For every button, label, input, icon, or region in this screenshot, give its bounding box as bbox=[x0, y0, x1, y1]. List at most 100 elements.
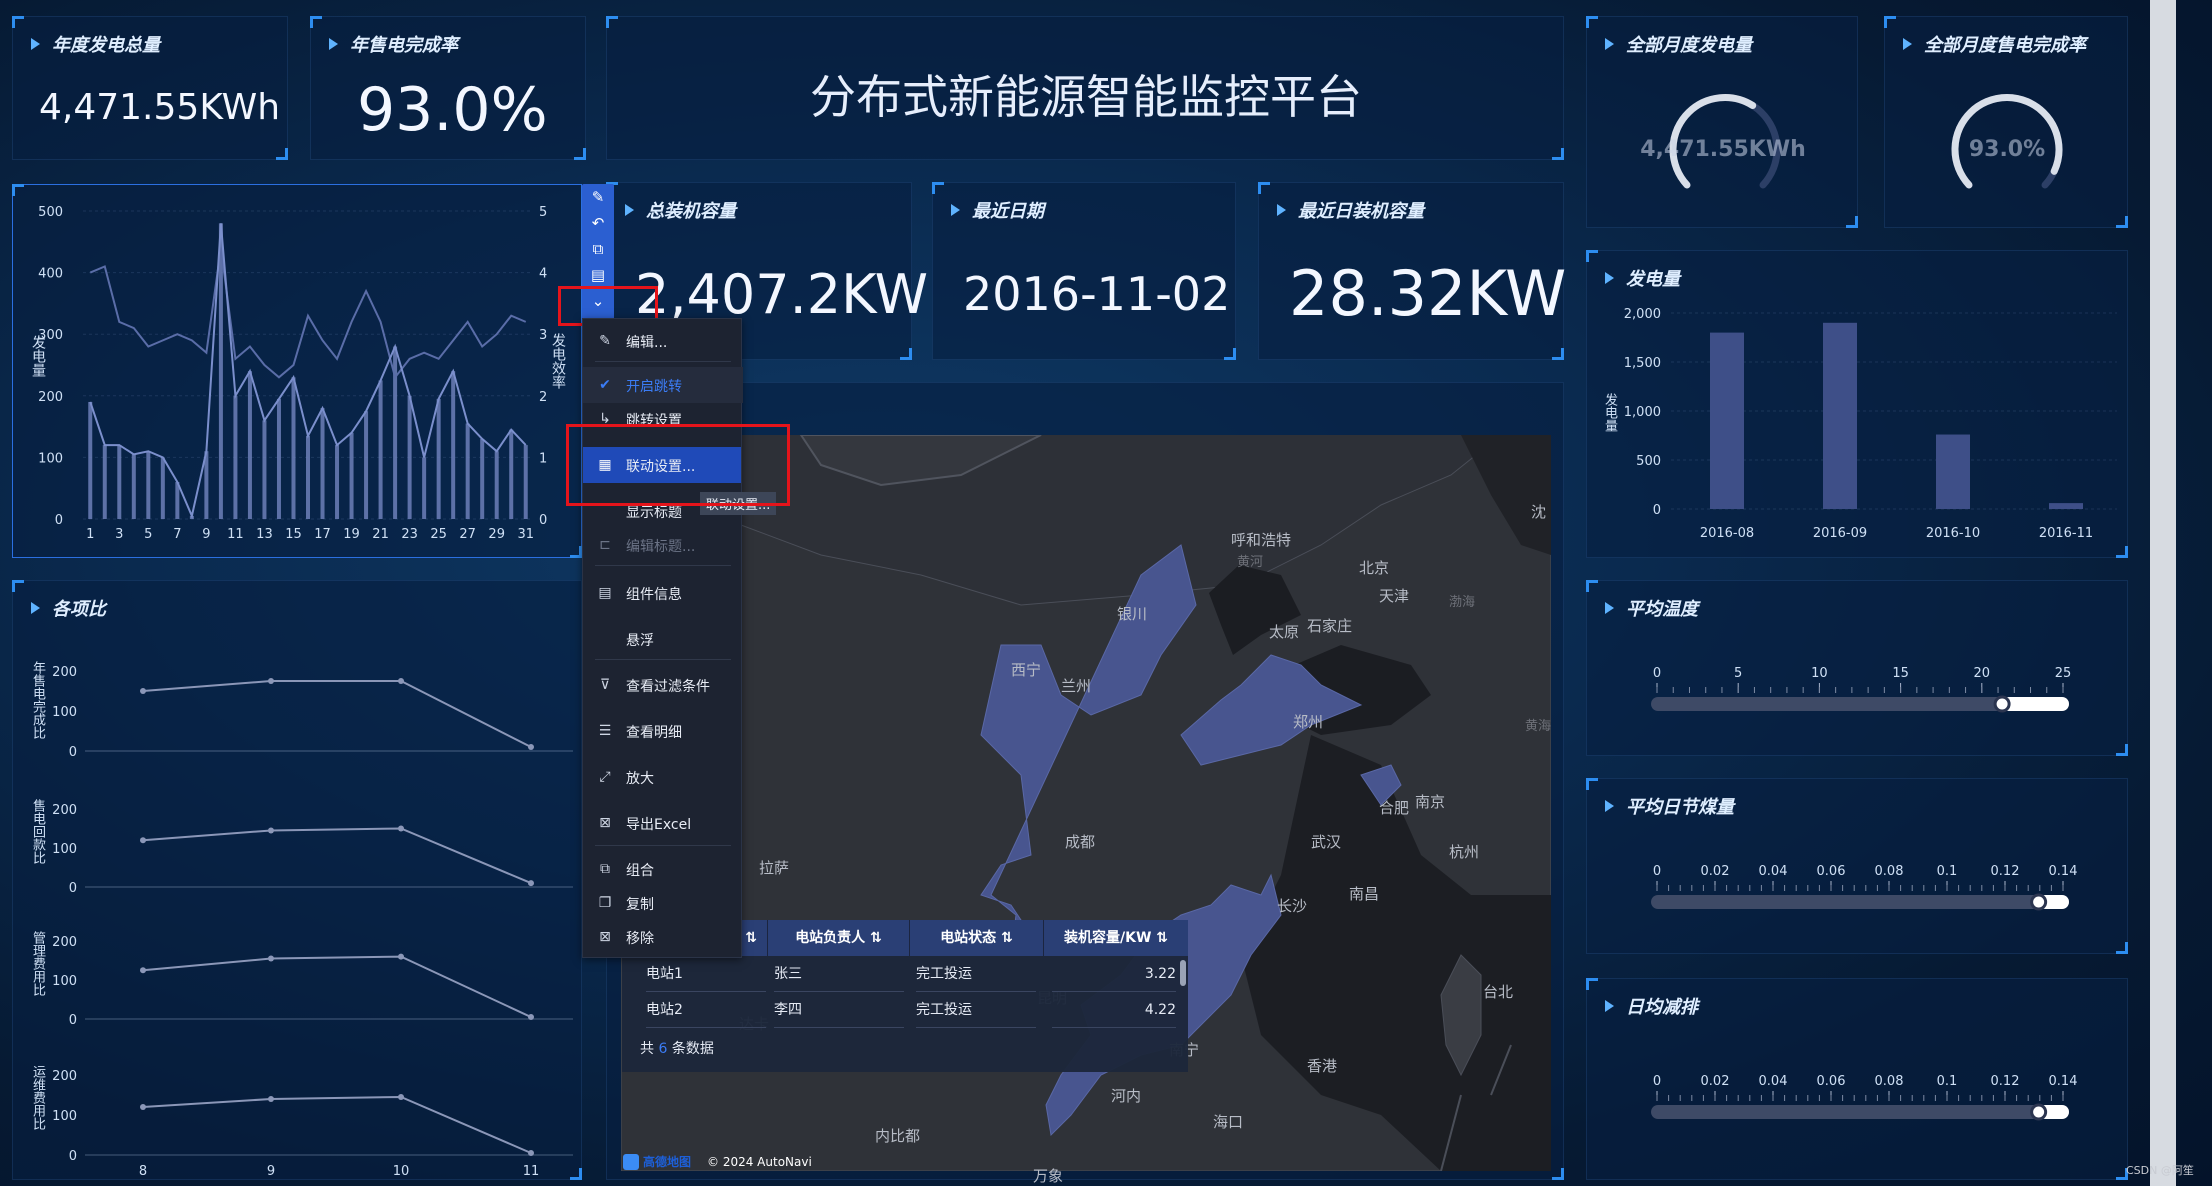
map-label: 杭州 bbox=[1449, 843, 1480, 861]
kpi-annual-generation: 年度发电总量 4,471.55KWh bbox=[12, 16, 288, 160]
map-logo: 高德地图 bbox=[623, 1153, 691, 1170]
edit-icon: ✎ bbox=[599, 333, 611, 349]
bar bbox=[407, 395, 412, 519]
sort-icon[interactable]: ⇅ bbox=[1001, 930, 1013, 946]
scale-tick: 0.1 bbox=[1937, 864, 1958, 879]
menu-item-edit[interactable]: ✎ 编辑... bbox=[583, 323, 743, 359]
bar bbox=[320, 408, 325, 519]
bar bbox=[117, 445, 122, 519]
bar bbox=[494, 451, 499, 519]
x-tick: 13 bbox=[256, 527, 273, 542]
map-label: 西宁 bbox=[1011, 661, 1042, 679]
map-label: 南昌 bbox=[1349, 885, 1380, 903]
x-tick: 21 bbox=[372, 527, 389, 542]
bar bbox=[2049, 503, 2083, 509]
ratio-y-tick: 200 bbox=[52, 803, 77, 818]
ratio-y-tick: 0 bbox=[69, 745, 77, 760]
table-row[interactable]: 电站2 李四 完工投运 4.22 bbox=[622, 992, 1188, 1028]
panel-title: 最近日期 bbox=[951, 197, 1044, 223]
ratio-y-tick: 0 bbox=[69, 1149, 77, 1164]
avg-coal-panel: 平均日节煤量 0 0.02 0.04 0.06 0.08 0.1 0.12 0.14 bbox=[1586, 778, 2128, 954]
bar bbox=[247, 371, 252, 519]
y-tick-left: 500 bbox=[38, 205, 63, 220]
kpi-value: 93.0% bbox=[357, 75, 548, 145]
bar bbox=[436, 398, 441, 519]
table-row[interactable]: 电站1 张三 完工投运 3.22 bbox=[622, 956, 1188, 992]
check-icon: ✔ bbox=[599, 377, 611, 393]
zoom-icon: ⤢ bbox=[599, 769, 611, 785]
y-tick-right: 1 bbox=[539, 451, 547, 466]
bar bbox=[480, 438, 485, 519]
filter-icon: ⊽ bbox=[599, 677, 611, 693]
x-tick: 7 bbox=[173, 527, 181, 542]
x-tick: 5 bbox=[144, 527, 152, 542]
ratio-line bbox=[142, 680, 532, 748]
scale-tick: 0.06 bbox=[1817, 864, 1846, 879]
x-tick: 27 bbox=[459, 527, 476, 542]
avg-temp-panel: 平均温度 0 5 10 15 20 25 bbox=[1586, 580, 2128, 756]
ratio-ylabel: 年售电完成比 bbox=[30, 661, 45, 739]
map-label: 海口 bbox=[1213, 1113, 1244, 1131]
bar bbox=[276, 398, 281, 519]
x-tick: 17 bbox=[314, 527, 331, 542]
bar bbox=[146, 451, 151, 519]
scale-tick: 0.08 bbox=[1875, 1074, 1904, 1089]
comment-icon[interactable]: ▤ bbox=[589, 266, 607, 284]
gen-y-tick: 1,500 bbox=[1624, 356, 1661, 371]
page-scrollbar[interactable] bbox=[2150, 0, 2176, 1186]
copy-icon[interactable]: ⧉ bbox=[589, 240, 607, 258]
table-header[interactable]: 电站负责人 ⇅ bbox=[768, 920, 910, 956]
x-tick: 9 bbox=[202, 527, 210, 542]
menu-item-group[interactable]: ⧉ 组合 bbox=[583, 851, 743, 887]
panel-title: 最近日装机容量 bbox=[1277, 197, 1424, 223]
ratio-y-tick: 100 bbox=[52, 974, 77, 989]
daily-chart-panel[interactable]: 0 0 100 1 200 2 300 3 400 4 500 5 1 3 5 7 9 11 13 15 17 19 21 2… bbox=[12, 184, 582, 558]
menu-item-enable-jump[interactable]: ✔ 开启跳转 bbox=[583, 367, 743, 403]
edit-icon[interactable]: ✎ bbox=[589, 188, 607, 206]
undo-icon[interactable]: ↶ bbox=[589, 214, 607, 232]
ylabel-right: 发电效率 bbox=[550, 333, 566, 389]
table-cell: 电站1 bbox=[646, 956, 766, 992]
menu-item-zoom[interactable]: ⤢ 放大 bbox=[583, 759, 743, 795]
table-scrollbar[interactable] bbox=[1180, 960, 1186, 986]
map-label: 郑州 bbox=[1293, 713, 1324, 731]
excel-icon: ⊠ bbox=[599, 815, 611, 831]
table-header[interactable]: 电站状态 ⇅ bbox=[910, 920, 1044, 956]
menu-item-remove[interactable]: ⊠ 移除 bbox=[583, 919, 743, 955]
bar bbox=[364, 411, 369, 519]
sort-icon[interactable]: ⇅ bbox=[870, 930, 882, 946]
map-label: 石家庄 bbox=[1307, 617, 1353, 635]
gen-y-tick: 500 bbox=[1636, 454, 1661, 469]
coal-scale: 0 0.02 0.04 0.06 0.08 0.1 0.12 0.14 bbox=[1651, 864, 2077, 911]
menu-item-float[interactable]: 悬浮 bbox=[583, 621, 743, 657]
scale-knob bbox=[2030, 893, 2048, 911]
map-label: 黄河 bbox=[1237, 555, 1264, 570]
menu-item-copy[interactable]: ❐ 复制 bbox=[583, 885, 743, 921]
x-tick: 31 bbox=[517, 527, 534, 542]
scale-tick: 0.04 bbox=[1759, 864, 1788, 879]
menu-item-view-details[interactable]: ☰ 查看明细 bbox=[583, 713, 743, 749]
sort-icon[interactable]: ⇅ bbox=[1156, 930, 1168, 946]
menu-item-edit-title: ⊏ 编辑标题... bbox=[583, 527, 743, 563]
scale-tick: 0.12 bbox=[1991, 864, 2020, 879]
amap-logo-icon bbox=[623, 1154, 639, 1170]
scale-tick: 10 bbox=[1811, 666, 1828, 681]
gen-y-tick: 0 bbox=[1653, 503, 1661, 518]
table-header[interactable]: 装机容量/KW ⇅ bbox=[1044, 920, 1188, 956]
menu-item-export-excel[interactable]: ⊠ 导出Excel bbox=[583, 805, 743, 841]
menu-item-view-filters[interactable]: ⊽ 查看过滤条件 bbox=[583, 667, 743, 703]
efficiency-line bbox=[89, 247, 527, 380]
daily-reduction-panel: 日均减排 0 0.02 0.04 0.06 0.08 0.1 0.12 0.14 bbox=[1586, 978, 2128, 1180]
map-label: 长沙 bbox=[1277, 897, 1308, 915]
bar bbox=[523, 445, 528, 519]
scale-tick: 0.08 bbox=[1875, 864, 1904, 879]
ratio-y-tick: 100 bbox=[52, 1109, 77, 1124]
menu-item-component-info[interactable]: ▤ 组件信息 bbox=[583, 575, 743, 611]
scale-tick: 20 bbox=[1974, 666, 1991, 681]
reduction-scale: 0 0.02 0.04 0.06 0.08 0.1 0.12 0.14 bbox=[1651, 1074, 2077, 1121]
y-tick-right: 0 bbox=[539, 513, 547, 528]
platform-title: 分布式新能源智能监控平台 bbox=[810, 70, 1362, 124]
map-label: 香港 bbox=[1307, 1057, 1338, 1075]
watermark: CSDN @阿笙 bbox=[2126, 1164, 2194, 1177]
y-tick-left: 400 bbox=[38, 267, 63, 282]
